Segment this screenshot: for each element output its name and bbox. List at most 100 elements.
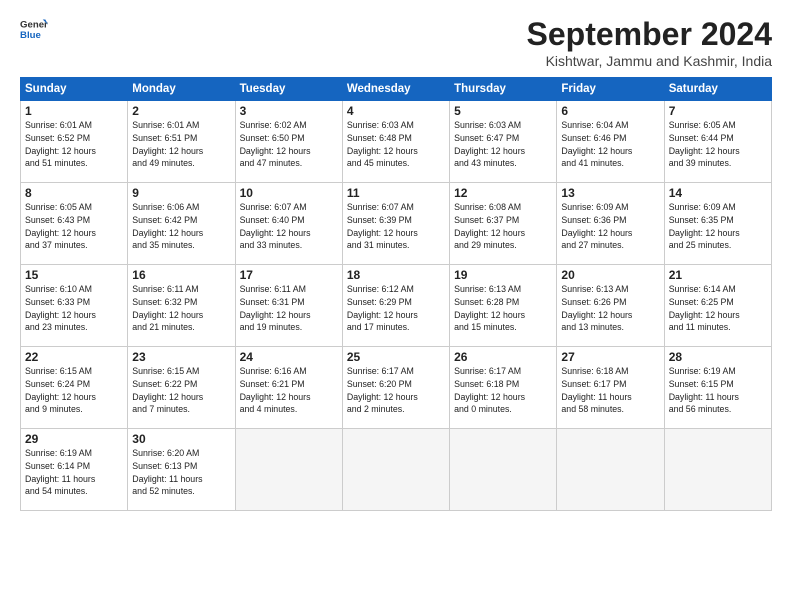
cal-cell xyxy=(235,429,342,511)
day-number: 1 xyxy=(25,104,123,118)
col-header-friday: Friday xyxy=(557,78,664,101)
day-number: 30 xyxy=(132,432,230,446)
cell-content: Sunrise: 6:03 AMSunset: 6:47 PMDaylight:… xyxy=(454,119,552,170)
cell-content: Sunrise: 6:09 AMSunset: 6:36 PMDaylight:… xyxy=(561,201,659,252)
cell-content: Sunrise: 6:18 AMSunset: 6:17 PMDaylight:… xyxy=(561,365,659,416)
logo-icon: General Blue xyxy=(20,16,48,44)
cal-cell: 7Sunrise: 6:05 AMSunset: 6:44 PMDaylight… xyxy=(664,101,771,183)
cell-content: Sunrise: 6:19 AMSunset: 6:15 PMDaylight:… xyxy=(669,365,767,416)
cell-content: Sunrise: 6:20 AMSunset: 6:13 PMDaylight:… xyxy=(132,447,230,498)
day-number: 5 xyxy=(454,104,552,118)
day-number: 22 xyxy=(25,350,123,364)
cal-cell: 13Sunrise: 6:09 AMSunset: 6:36 PMDayligh… xyxy=(557,183,664,265)
cal-cell: 5Sunrise: 6:03 AMSunset: 6:47 PMDaylight… xyxy=(450,101,557,183)
cal-cell: 1Sunrise: 6:01 AMSunset: 6:52 PMDaylight… xyxy=(21,101,128,183)
cal-cell: 2Sunrise: 6:01 AMSunset: 6:51 PMDaylight… xyxy=(128,101,235,183)
day-number: 3 xyxy=(240,104,338,118)
cal-cell: 16Sunrise: 6:11 AMSunset: 6:32 PMDayligh… xyxy=(128,265,235,347)
cal-cell: 6Sunrise: 6:04 AMSunset: 6:46 PMDaylight… xyxy=(557,101,664,183)
cal-cell: 17Sunrise: 6:11 AMSunset: 6:31 PMDayligh… xyxy=(235,265,342,347)
day-number: 20 xyxy=(561,268,659,282)
cal-cell: 18Sunrise: 6:12 AMSunset: 6:29 PMDayligh… xyxy=(342,265,449,347)
week-row-2: 8Sunrise: 6:05 AMSunset: 6:43 PMDaylight… xyxy=(21,183,772,265)
col-header-tuesday: Tuesday xyxy=(235,78,342,101)
day-number: 9 xyxy=(132,186,230,200)
header: General Blue September 2024 Kishtwar, Ja… xyxy=(20,16,772,69)
day-number: 13 xyxy=(561,186,659,200)
cell-content: Sunrise: 6:09 AMSunset: 6:35 PMDaylight:… xyxy=(669,201,767,252)
cell-content: Sunrise: 6:06 AMSunset: 6:42 PMDaylight:… xyxy=(132,201,230,252)
cell-content: Sunrise: 6:07 AMSunset: 6:39 PMDaylight:… xyxy=(347,201,445,252)
day-number: 8 xyxy=(25,186,123,200)
cal-cell xyxy=(557,429,664,511)
calendar: SundayMondayTuesdayWednesdayThursdayFrid… xyxy=(20,77,772,511)
cal-cell: 9Sunrise: 6:06 AMSunset: 6:42 PMDaylight… xyxy=(128,183,235,265)
cell-content: Sunrise: 6:19 AMSunset: 6:14 PMDaylight:… xyxy=(25,447,123,498)
title-block: September 2024 Kishtwar, Jammu and Kashm… xyxy=(527,16,772,69)
day-number: 10 xyxy=(240,186,338,200)
cal-cell: 11Sunrise: 6:07 AMSunset: 6:39 PMDayligh… xyxy=(342,183,449,265)
svg-text:Blue: Blue xyxy=(20,30,41,41)
day-number: 24 xyxy=(240,350,338,364)
cell-content: Sunrise: 6:10 AMSunset: 6:33 PMDaylight:… xyxy=(25,283,123,334)
day-number: 29 xyxy=(25,432,123,446)
cal-cell xyxy=(664,429,771,511)
week-row-4: 22Sunrise: 6:15 AMSunset: 6:24 PMDayligh… xyxy=(21,347,772,429)
day-number: 27 xyxy=(561,350,659,364)
cal-cell: 27Sunrise: 6:18 AMSunset: 6:17 PMDayligh… xyxy=(557,347,664,429)
cell-content: Sunrise: 6:08 AMSunset: 6:37 PMDaylight:… xyxy=(454,201,552,252)
day-number: 19 xyxy=(454,268,552,282)
cal-cell: 15Sunrise: 6:10 AMSunset: 6:33 PMDayligh… xyxy=(21,265,128,347)
day-number: 14 xyxy=(669,186,767,200)
day-number: 21 xyxy=(669,268,767,282)
cell-content: Sunrise: 6:01 AMSunset: 6:51 PMDaylight:… xyxy=(132,119,230,170)
week-row-1: 1Sunrise: 6:01 AMSunset: 6:52 PMDaylight… xyxy=(21,101,772,183)
day-number: 18 xyxy=(347,268,445,282)
cell-content: Sunrise: 6:11 AMSunset: 6:31 PMDaylight:… xyxy=(240,283,338,334)
day-number: 23 xyxy=(132,350,230,364)
cell-content: Sunrise: 6:01 AMSunset: 6:52 PMDaylight:… xyxy=(25,119,123,170)
header-row: SundayMondayTuesdayWednesdayThursdayFrid… xyxy=(21,78,772,101)
cal-cell: 28Sunrise: 6:19 AMSunset: 6:15 PMDayligh… xyxy=(664,347,771,429)
cell-content: Sunrise: 6:11 AMSunset: 6:32 PMDaylight:… xyxy=(132,283,230,334)
col-header-wednesday: Wednesday xyxy=(342,78,449,101)
day-number: 12 xyxy=(454,186,552,200)
cell-content: Sunrise: 6:07 AMSunset: 6:40 PMDaylight:… xyxy=(240,201,338,252)
subtitle: Kishtwar, Jammu and Kashmir, India xyxy=(527,53,772,69)
day-number: 26 xyxy=(454,350,552,364)
page: General Blue September 2024 Kishtwar, Ja… xyxy=(0,0,792,612)
cell-content: Sunrise: 6:05 AMSunset: 6:44 PMDaylight:… xyxy=(669,119,767,170)
cell-content: Sunrise: 6:16 AMSunset: 6:21 PMDaylight:… xyxy=(240,365,338,416)
cal-cell: 25Sunrise: 6:17 AMSunset: 6:20 PMDayligh… xyxy=(342,347,449,429)
day-number: 2 xyxy=(132,104,230,118)
cell-content: Sunrise: 6:13 AMSunset: 6:26 PMDaylight:… xyxy=(561,283,659,334)
col-header-monday: Monday xyxy=(128,78,235,101)
cal-cell: 19Sunrise: 6:13 AMSunset: 6:28 PMDayligh… xyxy=(450,265,557,347)
cell-content: Sunrise: 6:14 AMSunset: 6:25 PMDaylight:… xyxy=(669,283,767,334)
svg-text:General: General xyxy=(20,19,48,30)
cal-cell: 26Sunrise: 6:17 AMSunset: 6:18 PMDayligh… xyxy=(450,347,557,429)
day-number: 25 xyxy=(347,350,445,364)
cal-cell: 10Sunrise: 6:07 AMSunset: 6:40 PMDayligh… xyxy=(235,183,342,265)
cal-cell: 22Sunrise: 6:15 AMSunset: 6:24 PMDayligh… xyxy=(21,347,128,429)
cell-content: Sunrise: 6:17 AMSunset: 6:18 PMDaylight:… xyxy=(454,365,552,416)
cell-content: Sunrise: 6:05 AMSunset: 6:43 PMDaylight:… xyxy=(25,201,123,252)
cal-cell: 14Sunrise: 6:09 AMSunset: 6:35 PMDayligh… xyxy=(664,183,771,265)
day-number: 7 xyxy=(669,104,767,118)
cal-cell: 24Sunrise: 6:16 AMSunset: 6:21 PMDayligh… xyxy=(235,347,342,429)
day-number: 4 xyxy=(347,104,445,118)
cell-content: Sunrise: 6:15 AMSunset: 6:24 PMDaylight:… xyxy=(25,365,123,416)
cal-cell: 30Sunrise: 6:20 AMSunset: 6:13 PMDayligh… xyxy=(128,429,235,511)
week-row-5: 29Sunrise: 6:19 AMSunset: 6:14 PMDayligh… xyxy=(21,429,772,511)
cell-content: Sunrise: 6:03 AMSunset: 6:48 PMDaylight:… xyxy=(347,119,445,170)
cal-cell: 21Sunrise: 6:14 AMSunset: 6:25 PMDayligh… xyxy=(664,265,771,347)
cell-content: Sunrise: 6:17 AMSunset: 6:20 PMDaylight:… xyxy=(347,365,445,416)
cal-cell: 23Sunrise: 6:15 AMSunset: 6:22 PMDayligh… xyxy=(128,347,235,429)
day-number: 17 xyxy=(240,268,338,282)
cell-content: Sunrise: 6:04 AMSunset: 6:46 PMDaylight:… xyxy=(561,119,659,170)
cal-cell: 12Sunrise: 6:08 AMSunset: 6:37 PMDayligh… xyxy=(450,183,557,265)
cell-content: Sunrise: 6:13 AMSunset: 6:28 PMDaylight:… xyxy=(454,283,552,334)
day-number: 16 xyxy=(132,268,230,282)
cal-cell: 8Sunrise: 6:05 AMSunset: 6:43 PMDaylight… xyxy=(21,183,128,265)
cal-cell: 3Sunrise: 6:02 AMSunset: 6:50 PMDaylight… xyxy=(235,101,342,183)
